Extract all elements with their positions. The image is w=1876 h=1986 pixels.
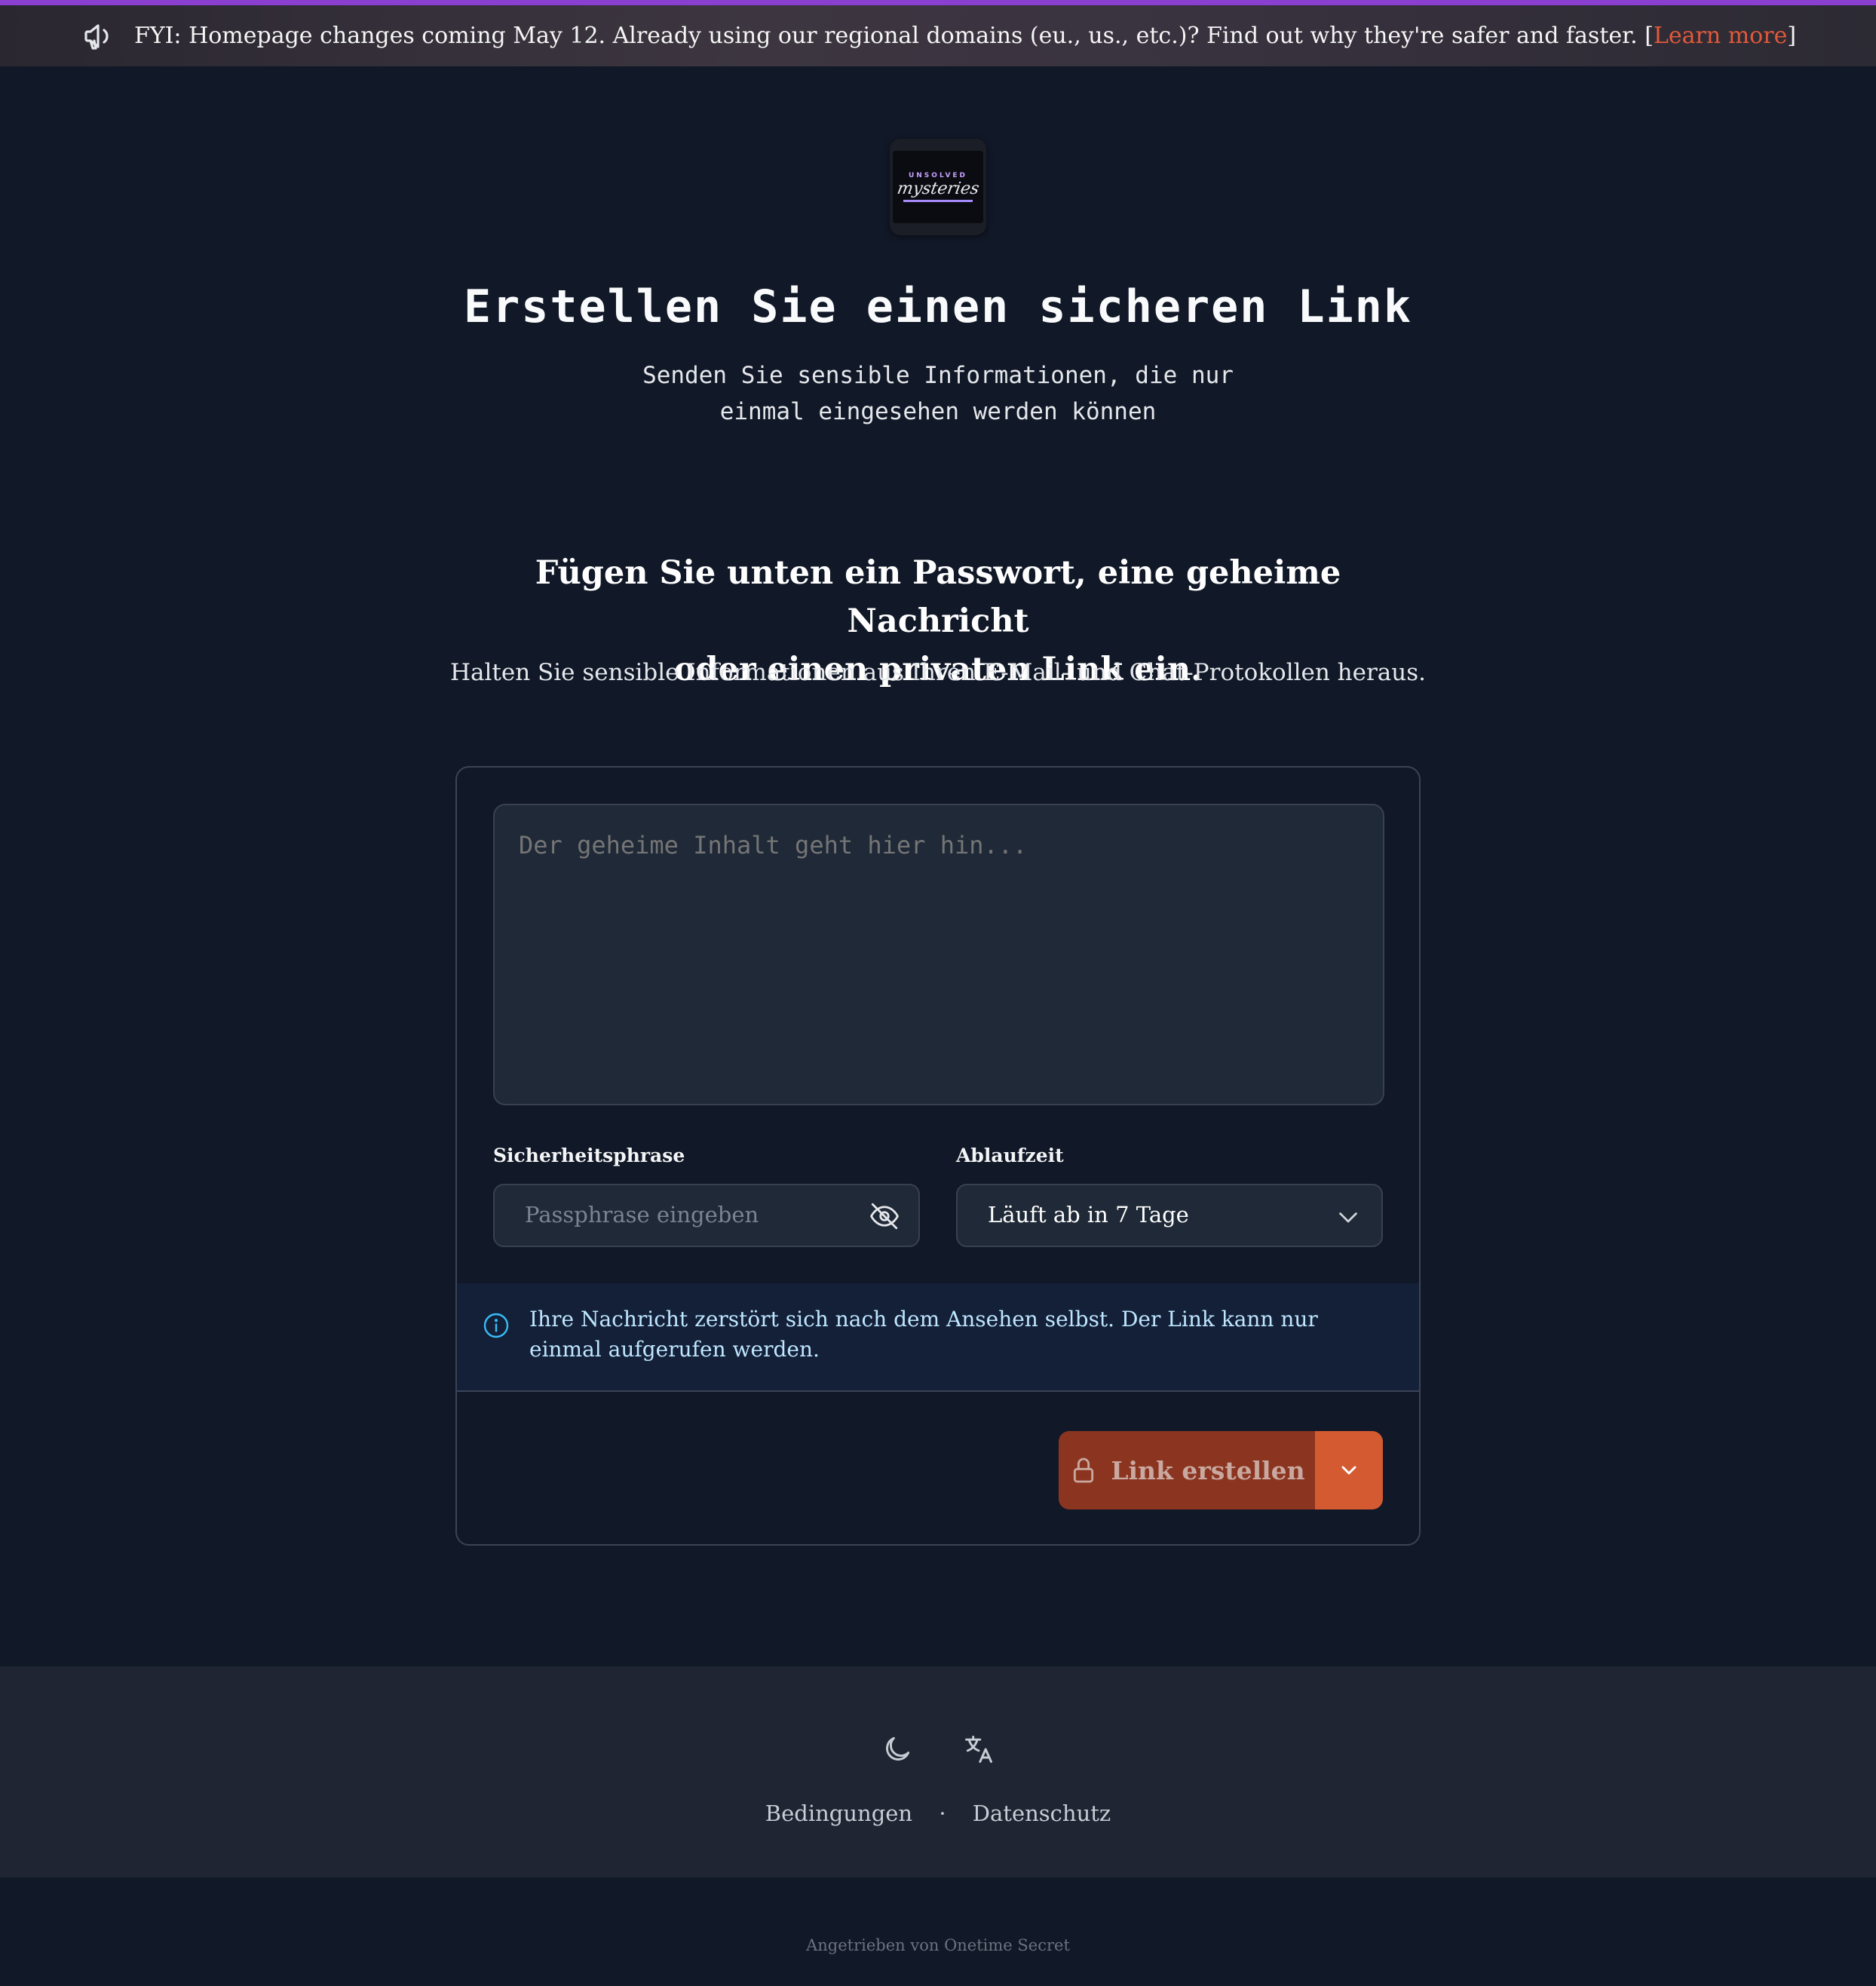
page-title: Erstellen Sie einen sicheren Link — [463, 280, 1413, 333]
eye-off-icon[interactable] — [869, 1200, 900, 1232]
learn-more-link[interactable]: Learn more — [1654, 23, 1787, 49]
footer: Bedingungen · Datenschutz — [0, 1666, 1876, 1877]
banner-text: FYI: Homepage changes coming May 12. Alr… — [133, 23, 1797, 49]
notice-text: Ihre Nachricht zerstört sich nach dem An… — [529, 1307, 1318, 1362]
page-subtitle: Senden Sie sensible Informationen, die n… — [642, 362, 1234, 425]
announcement-banner: FYI: Homepage changes coming May 12. Alr… — [0, 0, 1876, 66]
expiry-select[interactable]: Läuft ab in 7 Tage — [956, 1184, 1383, 1247]
passphrase-input[interactable]: Passphrase eingeben — [525, 1202, 759, 1227]
chevron-down-icon — [1341, 1466, 1356, 1475]
chevron-down-icon — [1339, 1212, 1357, 1223]
footer-separator: · — [939, 1801, 946, 1826]
expiry-label: Ablaufzeit — [956, 1145, 1064, 1166]
lock-icon — [1074, 1457, 1094, 1483]
hero-description: Halten Sie sensible Informationen aus Ih… — [449, 659, 1427, 686]
passphrase-field[interactable]: Passphrase eingeben — [493, 1184, 920, 1247]
secret-content-textarea[interactable] — [493, 804, 1384, 1105]
terms-link[interactable]: Bedingungen — [765, 1801, 912, 1826]
brand-logo[interactable]: UNSOLVED mysteries — [890, 139, 986, 235]
privacy-link[interactable]: Datenschutz — [973, 1801, 1111, 1826]
translate-icon[interactable] — [962, 1733, 995, 1766]
create-link-button[interactable]: Link erstellen — [1059, 1431, 1315, 1509]
footer-links: Bedingungen · Datenschutz — [0, 1801, 1876, 1826]
moon-icon[interactable] — [881, 1733, 914, 1766]
info-icon — [483, 1313, 509, 1338]
passphrase-label: Sicherheitsphrase — [493, 1145, 685, 1166]
secret-form-card: Sicherheitsphrase Ablaufzeit Passphrase … — [455, 766, 1421, 1546]
powered-by-text[interactable]: Angetrieben von Onetime Secret — [0, 1936, 1876, 1954]
expiry-selected-value: Läuft ab in 7 Tage — [988, 1202, 1189, 1227]
info-notice: Ihre Nachricht zerstört sich nach dem An… — [457, 1283, 1419, 1392]
create-link-label: Link erstellen — [1111, 1455, 1305, 1485]
megaphone-icon — [84, 23, 109, 50]
create-link-options-button[interactable] — [1315, 1431, 1383, 1509]
